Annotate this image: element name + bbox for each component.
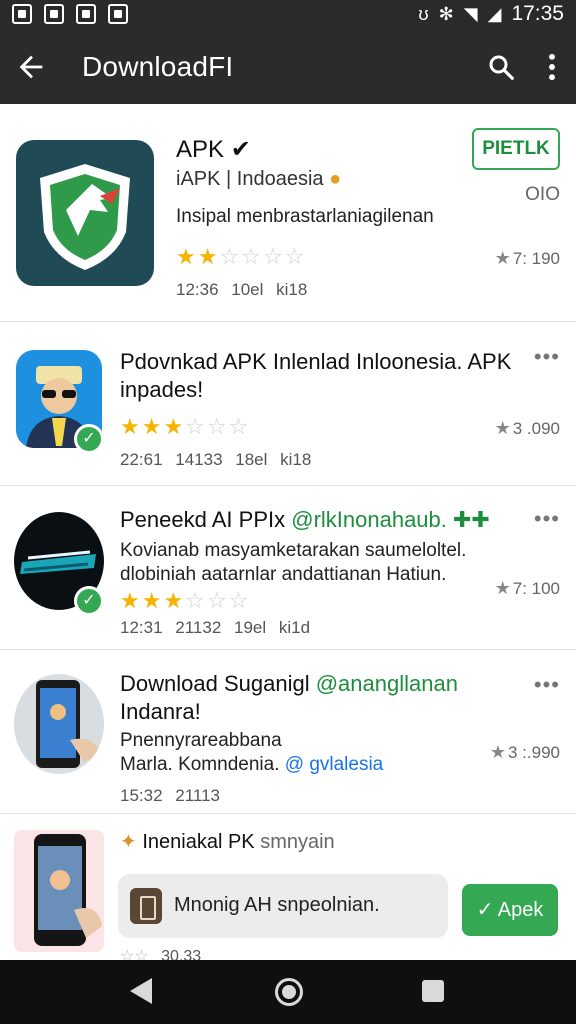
right-label: OIO bbox=[525, 184, 560, 205]
star-empty-icon: ☆☆☆☆ bbox=[219, 244, 307, 269]
page-title: DownloadFI bbox=[82, 51, 234, 82]
app-icon-shield bbox=[16, 140, 154, 286]
star-full-icon: ★★★ bbox=[120, 414, 186, 439]
rating-count-text: 7: 100 bbox=[512, 579, 560, 598]
app-meta: 15:32 21113 bbox=[120, 786, 221, 805]
status-bar: ʊ ✻ ◥ ◢ 17:35 bbox=[0, 0, 576, 28]
installed-check-icon: ✓ bbox=[74, 586, 104, 616]
star-outline-icon: ★ bbox=[494, 578, 511, 598]
app-bar: DownloadFI bbox=[0, 28, 576, 104]
app-icon-phone bbox=[14, 830, 104, 952]
app-title: ✦ Ineniakal PK smnyain bbox=[120, 828, 335, 856]
more-vert-icon[interactable] bbox=[542, 50, 562, 84]
app-meta: 22:61 14133 18el ki18 bbox=[120, 450, 312, 469]
app-title-text: Download Suganigl bbox=[120, 671, 310, 696]
app-description: Kovianab masyamketarakan saumeloltel. bbox=[120, 540, 467, 561]
star-empty-icon: ☆☆☆ bbox=[185, 414, 251, 439]
system-indicators: ʊ ✻ ◥ ◢ 17:35 bbox=[418, 2, 564, 26]
app-meta: 12:36 10el ki18 bbox=[176, 280, 308, 299]
wifi-icon: ◥ bbox=[463, 4, 478, 24]
app-description-line2: Marla. Komndenia. @ gvlalesia bbox=[120, 752, 383, 777]
rating-count: ★ 7: 190 bbox=[495, 248, 560, 269]
rating-count-text: 3 .090 bbox=[512, 419, 560, 438]
nav-recents-icon[interactable] bbox=[422, 980, 444, 1002]
signal-icon: ◢ bbox=[487, 4, 502, 24]
developer-text: iAPK | Indoaesia bbox=[176, 168, 324, 190]
rating-count: ★ 3 .090 bbox=[495, 418, 560, 439]
star-outline-icon: ★ bbox=[494, 248, 511, 268]
app-description: Pnennyrareabbana bbox=[120, 730, 282, 751]
developer-name: iAPK | Indoaesia ● bbox=[176, 166, 341, 192]
rating-count: ★ 7: 100 bbox=[495, 578, 560, 599]
notification-icon bbox=[44, 4, 64, 24]
rating-count: ★ 3 :.990 bbox=[490, 742, 560, 763]
verified-icon: ✔ bbox=[230, 136, 251, 163]
notification-icons bbox=[12, 4, 128, 24]
rating-count-text: 7: 190 bbox=[512, 249, 560, 268]
star-empty-icon: ☆☆ bbox=[120, 948, 149, 960]
promo-card[interactable]: Mnonig AH snpeolnian. bbox=[118, 874, 448, 938]
install-button[interactable]: PIETLK bbox=[472, 128, 560, 170]
rating-stars: ★★★☆☆☆ bbox=[120, 414, 250, 440]
app-title: Download Suganigl @anangllanan bbox=[120, 670, 458, 698]
star-empty-icon: ☆☆☆ bbox=[185, 588, 251, 613]
nav-home-icon[interactable] bbox=[275, 978, 303, 1006]
phone-icon bbox=[36, 680, 100, 768]
list-item[interactable]: Download Suganigl @anangllanan Indanra! … bbox=[0, 650, 576, 814]
rating-count-text: 3 :.990 bbox=[508, 743, 560, 762]
overflow-menu-icon[interactable]: ••• bbox=[534, 344, 560, 370]
promo-text: Mnonig AH snpeolnian. bbox=[174, 894, 380, 916]
overflow-menu-icon[interactable]: ••• bbox=[534, 672, 560, 698]
app-title: APK ✔ bbox=[176, 136, 251, 164]
app-description-text: Marla. Komndenia. bbox=[120, 754, 280, 775]
overflow-menu-icon[interactable]: ••• bbox=[534, 506, 560, 532]
app-title-line2: Indanra! bbox=[120, 699, 201, 724]
list-item[interactable]: APK ✔ iAPK | Indoaesia ● PIETLK OIO Insi… bbox=[0, 104, 576, 322]
app-small-icon bbox=[130, 888, 162, 924]
app-meta-text: 30.33 bbox=[161, 948, 202, 960]
app-link[interactable]: @ gvlalesia bbox=[285, 754, 384, 775]
badge-icon: ● bbox=[329, 168, 342, 190]
app-title-line2: inpades! bbox=[120, 377, 204, 402]
star-outline-icon: ★ bbox=[489, 742, 506, 762]
rating-stars: ★★★☆☆☆ bbox=[120, 588, 250, 614]
star-full-icon: ★★★ bbox=[120, 588, 186, 613]
notification-icon bbox=[76, 4, 96, 24]
app-meta: 12:31 21132 19el ki1d bbox=[120, 618, 311, 637]
bluetooth-icon: ✻ bbox=[438, 4, 454, 24]
app-title-text: APK bbox=[176, 136, 225, 163]
clock: 17:35 bbox=[511, 2, 564, 25]
nav-back-icon[interactable] bbox=[130, 978, 152, 1004]
app-meta: ☆☆ 30.33 bbox=[120, 946, 201, 960]
app-title: Pdovnkad APK Inlenlad Inloonesia. APK bbox=[120, 349, 512, 374]
shield-logo-icon bbox=[40, 164, 130, 270]
app-title-highlight: @anangllanan bbox=[315, 671, 458, 696]
app-title-secondary: smnyain bbox=[260, 831, 335, 853]
installed-check-icon: ✓ bbox=[74, 424, 104, 454]
list-item[interactable]: ✦ Ineniakal PK smnyain Mnonig AH snpeoln… bbox=[0, 814, 576, 960]
notification-icon bbox=[108, 4, 128, 24]
list-item[interactable]: ✓ Peneekd AI PPIx @rlkInonahaub. ✚✚ Kovi… bbox=[0, 486, 576, 650]
app-title: Peneekd AI PPIx @rlkInonahaub. ✚✚ bbox=[120, 506, 490, 534]
app-icon-phone bbox=[14, 674, 104, 774]
app-list: APK ✔ iAPK | Indoaesia ● PIETLK OIO Insi… bbox=[0, 104, 576, 960]
list-item[interactable]: ✓ Pdovnkad APK Inlenlad Inloonesia. APK … bbox=[0, 322, 576, 486]
rating-stars: ★★☆☆☆☆ bbox=[176, 244, 306, 270]
app-description-line2: dlobiniah aatarnlar andattianan Hatiun. bbox=[120, 564, 447, 585]
app-title-text: Peneekd AI PPIx bbox=[120, 507, 286, 532]
system-nav-bar bbox=[0, 960, 576, 1024]
notification-icon bbox=[12, 4, 32, 24]
arrow-left-icon[interactable] bbox=[14, 50, 48, 84]
apk-button[interactable]: ✓ Apek bbox=[462, 884, 558, 936]
alarm-icon: ʊ bbox=[418, 4, 429, 24]
phone-icon bbox=[34, 834, 102, 946]
search-icon[interactable] bbox=[486, 52, 516, 82]
star-full-icon: ★★ bbox=[176, 244, 220, 269]
app-description: Insipal menbrastarlaniagilenan bbox=[176, 206, 434, 227]
app-title-text: Ineniakal PK bbox=[142, 831, 255, 853]
app-title-highlight: @rlkInonahaub. ✚✚ bbox=[291, 507, 490, 532]
puzzle-icon: ✦ bbox=[120, 831, 137, 853]
star-outline-icon: ★ bbox=[494, 418, 511, 438]
